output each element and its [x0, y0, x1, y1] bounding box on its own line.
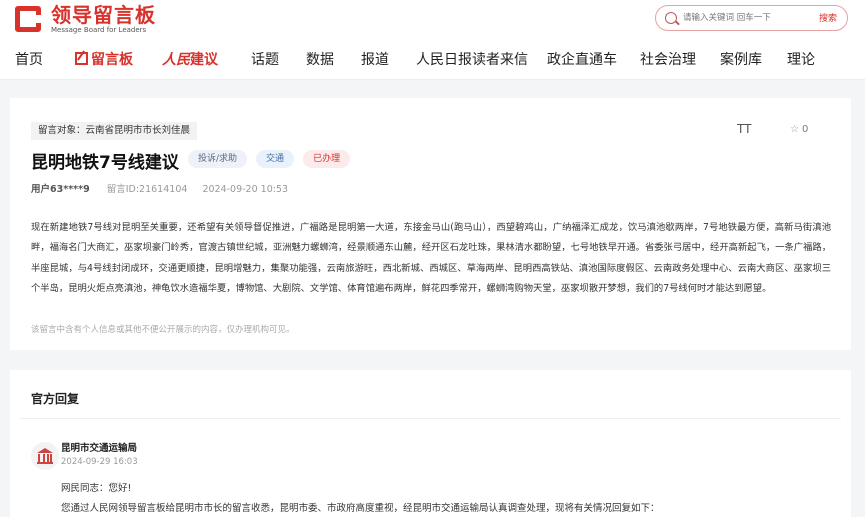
message-id: 留言ID:21614104: [106, 184, 188, 195]
rmrb-logo: 人民: [162, 52, 190, 68]
font-size-icon[interactable]: TT: [737, 122, 751, 136]
message-tags: 投诉/求助 交通 已办理: [188, 150, 359, 168]
logo-name-cn: 领导留言板: [51, 3, 156, 27]
nav-home[interactable]: 首页: [15, 49, 43, 69]
nav-governance[interactable]: 社会治理: [640, 49, 696, 69]
nav-rmrb-suggestion[interactable]: 人民建议: [162, 49, 218, 69]
reply-heading: 官方回复: [31, 392, 80, 406]
main-nav: 首页 留言板 人民建议 话题 数据 报道 人民日报读者来信 政企直通车 社会治理…: [0, 49, 865, 73]
nav-enterprise[interactable]: 政企直通车: [547, 49, 617, 69]
nav-message-board[interactable]: 留言板: [75, 49, 133, 69]
nav-topics[interactable]: 话题: [251, 49, 279, 69]
reply-card: 官方回复 昆明市交通运输局 2024-09-29 16:03 网民同志：您好! …: [10, 370, 851, 517]
nav-case-library[interactable]: 案例库: [720, 49, 762, 69]
message-meta: 用户63****9 留言ID:21614104 2024-09-20 10:53: [31, 181, 288, 195]
reply-greeting: 网民同志：您好!: [61, 483, 132, 494]
tag-type: 投诉/求助: [188, 150, 248, 168]
site-logo[interactable]: 领导留言板 Message Board for Leaders: [15, 4, 156, 35]
logo-icon: [15, 5, 47, 34]
star-icon: ☆: [790, 124, 799, 135]
message-card: 留言对象：云南省昆明市市长刘佳晨 TT ☆ 0 昆明地铁7号线建议 投诉/求助 交…: [10, 98, 851, 350]
message-body: 现在新建地铁7号线对昆明至关重要，还希望有关领导督促推进，广福路是昆明第一大道，…: [31, 222, 831, 294]
reply-org: 昆明市交通运输局: [61, 443, 138, 454]
logo-name-en: Message Board for Leaders: [51, 26, 147, 34]
nav-reports[interactable]: 报道: [361, 49, 389, 69]
government-building-icon: [31, 442, 59, 470]
message-title: 昆明地铁7号线建议: [31, 153, 179, 173]
reply-date: 2024-09-29 16:03: [61, 457, 138, 467]
divider: [20, 418, 841, 419]
search-icon: [665, 12, 677, 24]
nav-theory[interactable]: 理论: [787, 49, 815, 69]
privacy-notice: 该留言中含有个人信息或其他不便公开展示的内容，仅办理机构可见。: [31, 325, 295, 335]
message-user: 用户63****9: [31, 184, 90, 195]
message-target: 留言对象：云南省昆明市市长刘佳晨: [31, 122, 198, 140]
search-input[interactable]: [683, 9, 808, 27]
nav-data[interactable]: 数据: [306, 49, 334, 69]
search-box: 搜索: [655, 5, 848, 31]
message-date: 2024-09-20 10:53: [202, 184, 289, 195]
pen-square-icon: [75, 52, 88, 65]
favorite-button[interactable]: ☆ 0: [790, 124, 808, 135]
top-header: 领导留言板 Message Board for Leaders 搜索 首页 留言…: [0, 0, 865, 80]
search-button[interactable]: 搜索: [819, 11, 837, 24]
status-badge: 已办理: [303, 150, 351, 168]
tag-domain: 交通: [256, 150, 295, 168]
reply-text: 您通过人民网领导留言板给昆明市市长的留言收悉，昆明市委、市政府高度重视，经昆明市…: [61, 503, 660, 514]
nav-reader-letters[interactable]: 人民日报读者来信: [416, 49, 528, 69]
favorite-count: 0: [801, 124, 809, 135]
